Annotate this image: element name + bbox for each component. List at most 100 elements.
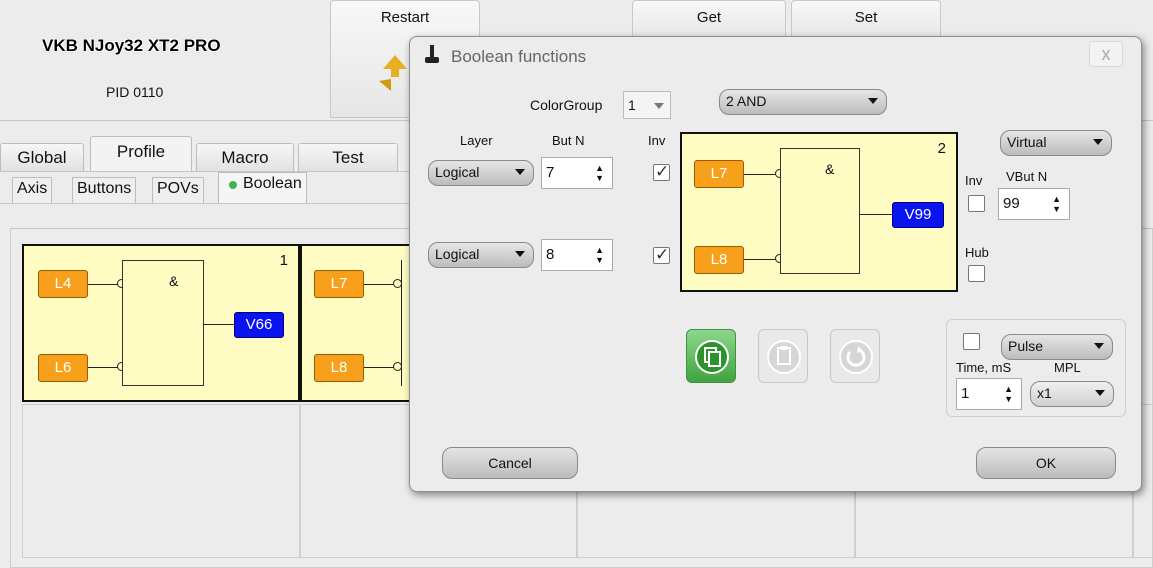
mpl-select[interactable]: x1 [1030,381,1114,407]
input-box-1: L7 [694,160,744,188]
vbut-n-stepper[interactable]: 99 ▲ ▼ [998,188,1070,220]
subtab-povs[interactable]: POVs [152,177,204,203]
gate-edge [401,260,402,386]
hub-label: Hub [965,245,989,260]
out-inv-checkbox[interactable] [968,195,985,212]
colorgroup-value: 1 [628,97,636,113]
layer-select-2[interactable]: Logical [428,242,534,268]
subtab-buttons[interactable]: Buttons [72,177,137,203]
wire [204,324,236,325]
paste-icon [767,340,801,374]
restart-label: Restart [380,9,430,26]
out-inv-label: Inv [965,173,983,188]
time-stepper[interactable]: 1 ▲ ▼ [956,378,1022,410]
but-n-value-2: 8 [546,246,555,263]
subtab-boolean[interactable]: Boolean [218,172,307,203]
output-type-select[interactable]: Virtual [1000,130,1112,156]
chevron-down-icon [1093,139,1103,145]
output-box: V99 [892,202,944,228]
stepper-up-icon[interactable]: ▲ [1004,385,1013,394]
layer-value-2: Logical [435,246,480,262]
tab-divider [0,171,410,172]
tab-global[interactable]: Global [0,143,84,171]
input-box-2: L6 [38,354,88,382]
vbut-n-value: 99 [1003,195,1020,212]
pulse-mode-value: Pulse [1008,338,1044,354]
but-n-stepper-1[interactable]: 7 ▲ ▼ [541,157,613,189]
colorgroup-select[interactable]: 1 [623,91,671,119]
gate-symbol: & [169,273,179,289]
reset-icon [839,340,873,374]
hub-checkbox[interactable] [968,265,985,282]
inv-checkbox-2[interactable] [653,245,670,265]
function-cell-2[interactable]: L7 L8 [300,244,420,402]
inv-label: Inv [648,133,666,148]
chevron-down-icon [1094,343,1104,349]
ok-button[interactable]: OK [976,447,1116,479]
empty-cell[interactable] [577,490,855,558]
stepper-down-icon[interactable]: ▼ [1004,395,1013,404]
inv-checkbox-1[interactable] [653,162,670,182]
function-preview: 2 L7 L8 & V99 [680,132,958,292]
chevron-down-icon [868,98,878,104]
device-title: VKB NJoy32 XT2 PRO [42,36,221,55]
and-gate: & [122,260,204,386]
butn-label: But N [552,133,585,148]
but-n-value-1: 7 [546,164,555,181]
wire [860,214,894,215]
input-box-2: L8 [314,354,364,382]
layer-select-1[interactable]: Logical [428,160,534,186]
function-cell-1[interactable]: 1 L4 L6 & V66 [22,244,300,402]
subtab-divider [0,203,410,204]
time-value: 1 [961,385,970,402]
input-box-2: L8 [694,246,744,274]
function-type-value: 2 AND [726,93,767,109]
chevron-down-icon [1095,390,1105,396]
function-number: 1 [279,252,288,269]
chevron-down-icon [654,103,664,109]
chevron-down-icon [515,169,525,175]
chevron-down-icon [515,251,525,257]
stepper-down-icon[interactable]: ▼ [1052,205,1061,214]
pulse-mode-select[interactable]: Pulse [1001,334,1113,360]
copy-icon [695,340,729,374]
colorgroup-label: ColorGroup [530,97,603,113]
vbutn-label: VBut N [1006,169,1048,184]
pid-label: PID 0110 [106,84,164,100]
layer-label: Layer [460,133,493,148]
stepper-up-icon[interactable]: ▲ [595,164,604,173]
tab-profile[interactable]: Profile [90,136,192,171]
set-button[interactable]: Set [791,0,941,40]
copy-button[interactable] [686,329,736,383]
tab-macro[interactable]: Macro [196,143,294,171]
active-dot-icon [229,181,237,189]
output-box: V66 [234,312,284,338]
gate-symbol: & [825,161,835,177]
subtab-axis[interactable]: Axis [12,177,53,203]
close-button[interactable]: x [1089,41,1123,67]
empty-cell[interactable] [855,490,1133,558]
stepper-down-icon[interactable]: ▼ [595,174,604,183]
reset-button[interactable] [830,329,880,383]
mpl-value: x1 [1037,385,1052,401]
but-n-stepper-2[interactable]: 8 ▲ ▼ [541,239,613,271]
subtab-boolean-label: Boolean [243,175,302,192]
tab-test[interactable]: Test [298,143,398,171]
layer-value-1: Logical [435,164,480,180]
cancel-button[interactable]: Cancel [442,447,578,479]
paste-button[interactable] [758,329,808,383]
get-button[interactable]: Get [632,0,786,40]
time-label: Time, mS [956,360,1012,375]
output-type-value: Virtual [1007,134,1047,150]
boolean-functions-dialog: Boolean functions x ColorGroup 1 2 AND L… [409,36,1142,492]
input-box-1: L4 [38,270,88,298]
pulse-checkbox[interactable] [963,333,980,350]
stepper-up-icon[interactable]: ▲ [1052,195,1061,204]
dialog-title: Boolean functions [451,47,587,66]
stepper-down-icon[interactable]: ▼ [595,256,604,265]
empty-cell[interactable] [22,404,300,558]
function-number: 2 [937,140,946,157]
function-type-select[interactable]: 2 AND [719,89,887,115]
stepper-up-icon[interactable]: ▲ [595,246,604,255]
and-gate: & [780,148,860,274]
